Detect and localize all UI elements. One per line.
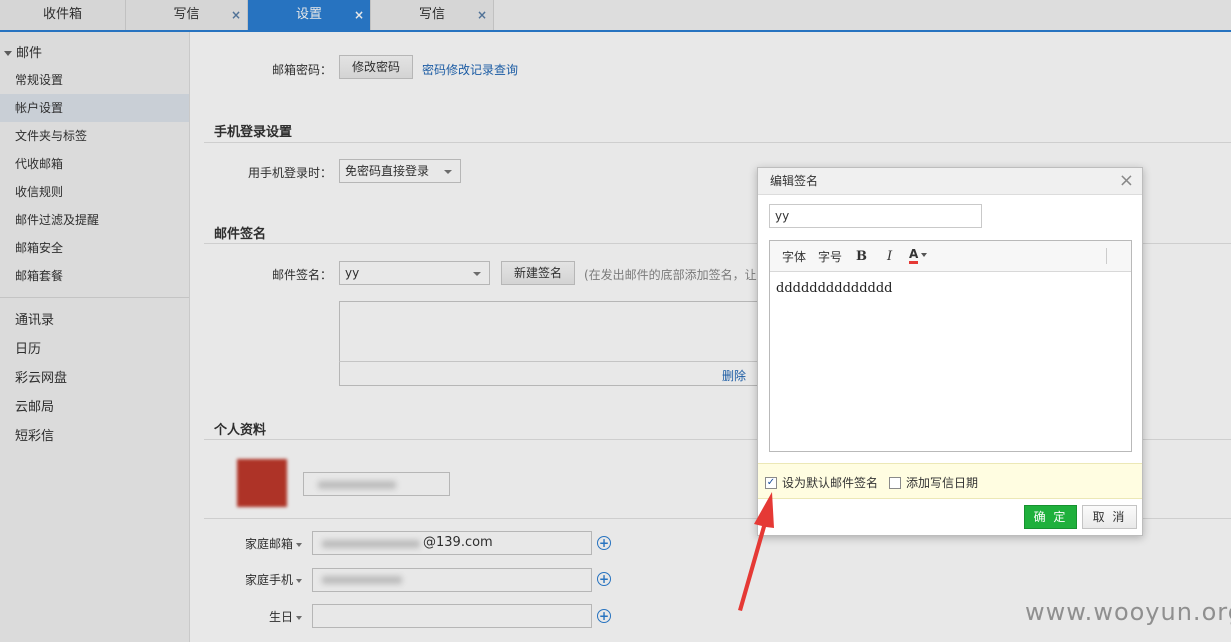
confirm-button[interactable]: 确 定 [1024,505,1077,529]
close-icon[interactable]: × [1119,171,1134,191]
signature-body-text[interactable]: dddddddddddddd [776,281,893,296]
font-size-button[interactable]: 字号 [818,248,842,266]
add-date-label[interactable]: 添加写信日期 [906,474,978,491]
editor-toolbar: 字体 字号 B I A [770,241,1131,272]
font-color-icon: A [909,247,919,264]
dialog-title: 编辑签名 [770,174,819,188]
dialog-header: 编辑签名 × [758,168,1142,195]
add-date-checkbox[interactable] [889,477,901,489]
font-color-button[interactable]: A [909,245,928,264]
default-signature-label[interactable]: 设为默认邮件签名 [782,474,878,491]
watermark: www.wooyun.org [1025,598,1231,626]
signature-editor: 字体 字号 B I A dddddddddddddd [769,240,1132,452]
annotation-arrow-icon [738,492,774,611]
bold-button[interactable]: B [856,248,867,266]
font-family-button[interactable]: 字体 [782,248,806,266]
dialog-options: ✓ 设为默认邮件签名 添加写信日期 [758,463,1142,499]
edit-signature-dialog: 编辑签名 × yy 字体 字号 B I A dddddddddddddd ✓ 设… [757,167,1143,536]
italic-button[interactable]: I [887,248,892,266]
chevron-down-icon [921,252,928,257]
signature-name-input[interactable]: yy [769,204,982,228]
toolbar-divider [1106,248,1107,264]
cancel-button[interactable]: 取 消 [1082,505,1137,529]
